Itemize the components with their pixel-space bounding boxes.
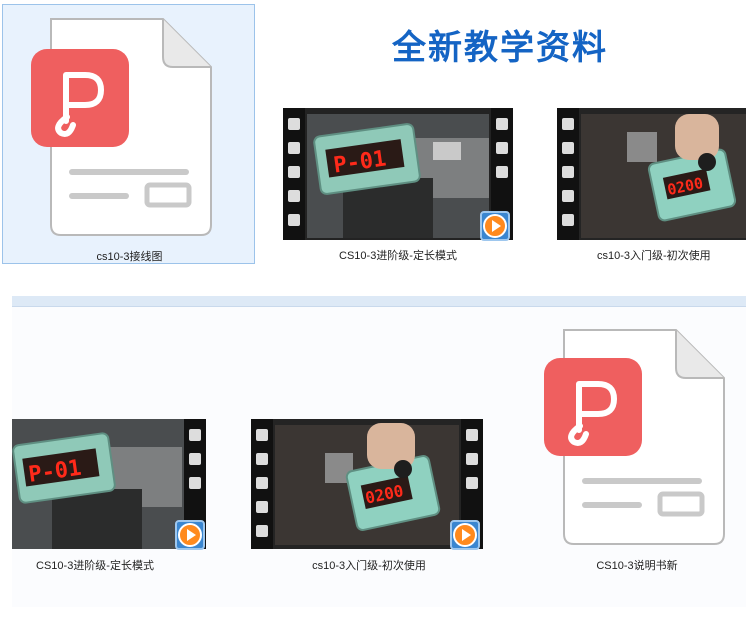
banner-title: 全新教学资料 — [392, 28, 608, 68]
file-item-beginner-video[interactable]: 0200 cs10-3入门级-初次使用 — [557, 108, 746, 266]
file-name: CS10-3进阶级-定长模式 — [339, 250, 457, 262]
section-divider — [12, 296, 746, 307]
file-name: cs10-3接线图 — [96, 251, 163, 263]
pdf-file-icon — [544, 329, 725, 545]
file-item-advanced-video[interactable]: P-01 CS10-3进阶级-定长模式 — [283, 108, 513, 266]
video-file-icon: 0200 — [557, 108, 746, 240]
file-item-wiring-diagram[interactable]: cs10-3接线图 — [2, 4, 255, 264]
play-badge-icon — [480, 211, 510, 241]
file-name: CS10-3进阶级-定长模式 — [36, 560, 154, 572]
pdf-badge-icon — [544, 358, 642, 456]
pdf-file-icon — [31, 18, 212, 236]
file-name: CS10-3说明书新 — [596, 560, 678, 572]
file-item-beginner-video-2[interactable]: 0200 cs10-3入门级-初次使用 — [251, 419, 487, 579]
pdf-badge-icon — [31, 49, 129, 147]
file-item-advanced-video-2[interactable]: P-01 CS10-3进阶级-定长模式 — [12, 419, 210, 579]
play-badge-icon — [450, 520, 480, 550]
file-item-manual[interactable]: CS10-3说明书新 — [530, 322, 744, 578]
play-badge-icon — [175, 520, 205, 550]
file-name: cs10-3入门级-初次使用 — [312, 560, 426, 572]
file-name: cs10-3入门级-初次使用 — [597, 250, 711, 262]
